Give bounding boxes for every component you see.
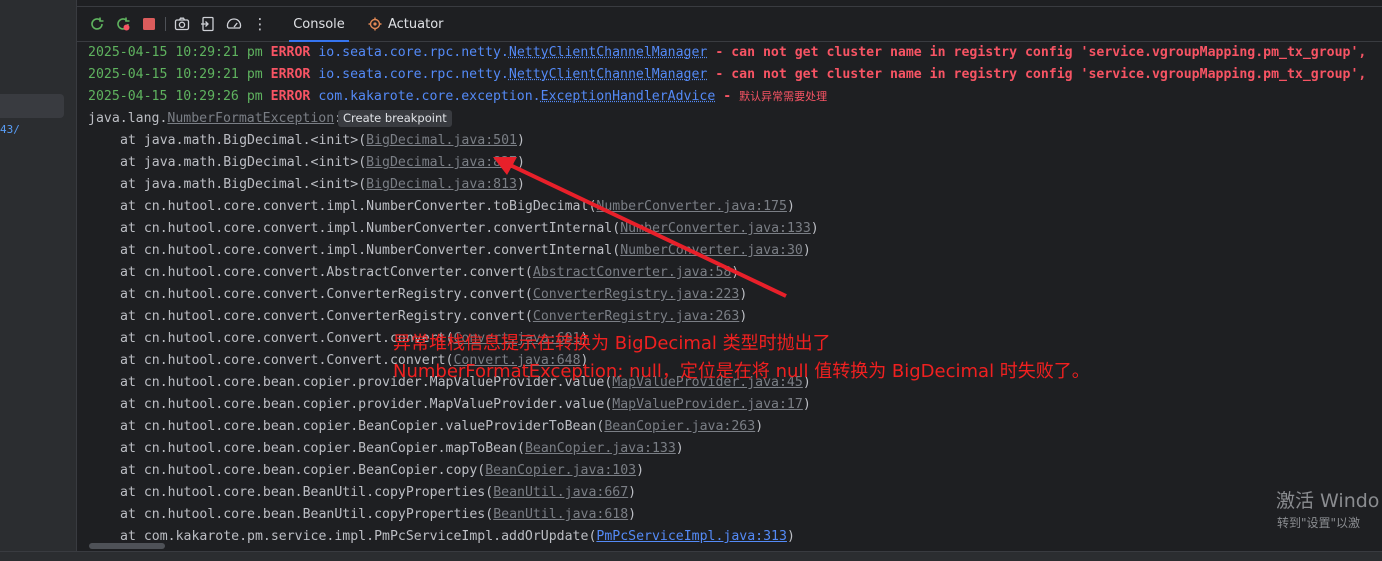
stack-frame: at cn.hutool.core.convert.ConverterRegis… (120, 287, 748, 302)
log-package: com.kakarote.core.exception. (318, 89, 541, 104)
run-toolbar: ⋮ Console Actuator (77, 7, 1382, 42)
stack-frame: at cn.hutool.core.bean.copier.BeanCopier… (120, 419, 764, 434)
stack-frame: at cn.hutool.core.bean.copier.BeanCopier… (120, 463, 645, 478)
log-ampm: pm (246, 89, 263, 104)
stack-frame: at java.math.BigDecimal.<init>(BigDecima… (120, 177, 525, 192)
console-output[interactable]: 2025-04-15 10:29:21 pm ERROR io.seata.co… (88, 42, 1382, 550)
frame-source-link[interactable]: BeanCopier.java:103 (485, 463, 636, 478)
frame-method: at cn.hutool.core.convert.impl.NumberCon… (120, 199, 589, 214)
frame-method: at cn.hutool.core.bean.copier.BeanCopier… (120, 419, 597, 434)
stack-frame: at cn.hutool.core.bean.copier.BeanCopier… (120, 441, 684, 456)
frame-source-link[interactable]: BeanUtil.java:618 (493, 507, 628, 522)
log-timestamp: 2025-04-15 10:29:21 (88, 45, 239, 60)
log-line: 2025-04-15 10:29:21 pm ERROR io.seata.co… (88, 42, 1382, 64)
frame-source-link[interactable]: BeanUtil.java:667 (493, 485, 628, 500)
sidebar-link[interactable]: 43/ (0, 123, 20, 136)
frame-source-link[interactable]: NumberConverter.java:133 (620, 221, 811, 236)
frame-method: at cn.hutool.core.bean.copier.provider.M… (120, 397, 605, 412)
selected-tree-item[interactable] (0, 94, 64, 118)
exception-package: java.lang. (88, 111, 168, 126)
log-ampm: pm (246, 45, 263, 60)
frame-source-link[interactable]: MapValueProvider.java:17 (612, 397, 803, 412)
activation-watermark-subtitle: 转到"设置"以激 (1277, 516, 1361, 530)
annotation-text-line1: 异常堆栈信息提示在转换为 BigDecimal 类型时抛出了 (393, 333, 831, 354)
frame-method: at cn.hutool.core.bean.copier.BeanCopier… (120, 463, 478, 478)
horizontal-scrollbar[interactable] (89, 543, 165, 549)
stack-frame: at java.math.BigDecimal.<init>(BigDecima… (120, 133, 525, 148)
log-class-link[interactable]: NettyClientChannelManager (509, 67, 708, 82)
log-ampm: pm (246, 67, 263, 82)
log-line: 2025-04-15 10:29:26 pm ERROR com.kakarot… (88, 86, 1382, 108)
log-class-link[interactable]: ExceptionHandlerAdvice (541, 89, 716, 104)
stop-icon[interactable] (140, 15, 158, 33)
log-package: io.seata.core.rpc.netty. (318, 45, 509, 60)
frame-method: at cn.hutool.core.convert.ConverterRegis… (120, 287, 525, 302)
frame-source-link[interactable]: BigDecimal.java:827 (366, 155, 517, 170)
tab-console-label: Console (293, 16, 345, 32)
tab-actuator-label: Actuator (388, 16, 444, 32)
frame-source-link[interactable]: AbstractConverter.java:58 (533, 265, 732, 280)
frame-method: at cn.hutool.core.convert.AbstractConver… (120, 265, 525, 280)
stack-frame: at cn.hutool.core.bean.copier.provider.M… (120, 397, 811, 412)
stack-frame: at cn.hutool.core.bean.BeanUtil.copyProp… (120, 485, 637, 500)
rerun-failed-icon[interactable] (114, 15, 132, 33)
exception-line: java.lang.NumberFormatException: null (88, 108, 1382, 130)
frame-method: at cn.hutool.core.bean.BeanUtil.copyProp… (120, 485, 486, 500)
rerun-icon[interactable] (88, 15, 106, 33)
toolbar-separator (165, 17, 166, 31)
frame-source-link[interactable]: NumberConverter.java:30 (620, 243, 803, 258)
tab-console[interactable]: Console (289, 7, 349, 42)
frame-method: at cn.hutool.core.bean.copier.BeanCopier… (120, 441, 517, 456)
frame-source-link[interactable]: BigDecimal.java:813 (366, 177, 517, 192)
frame-source-link[interactable]: PmPcServiceImpl.java:313 (596, 529, 787, 544)
log-level: ERROR (270, 45, 311, 60)
log-line: 2025-04-15 10:29:21 pm ERROR io.seata.co… (88, 64, 1382, 86)
log-class-link[interactable]: NettyClientChannelManager (509, 45, 708, 60)
log-package: io.seata.core.rpc.netty. (318, 67, 509, 82)
stack-frame: at cn.hutool.core.convert.impl.NumberCon… (120, 221, 819, 236)
stack-frame: at cn.hutool.core.convert.impl.NumberCon… (120, 243, 811, 258)
tab-actuator[interactable]: Actuator (368, 7, 448, 41)
frame-source-link[interactable]: ConverterRegistry.java:223 (533, 287, 739, 302)
frame-method: at java.math.BigDecimal.<init> (120, 133, 359, 148)
stack-frame: at java.math.BigDecimal.<init>(BigDecima… (120, 155, 525, 170)
left-tool-panel: 43/ (0, 0, 76, 560)
log-timestamp: 2025-04-15 10:29:21 (88, 67, 239, 82)
camera-icon[interactable] (173, 15, 191, 33)
frame-source-link[interactable]: BeanCopier.java:263 (604, 419, 755, 434)
log-message: - (715, 89, 740, 104)
frame-method: at java.math.BigDecimal.<init> (120, 155, 359, 170)
frame-method: at com.kakarote.pm.service.impl.PmPcServ… (120, 529, 589, 544)
frame-method: at java.math.BigDecimal.<init> (120, 177, 359, 192)
frame-source-link[interactable]: NumberConverter.java:175 (596, 199, 787, 214)
frame-method: at cn.hutool.core.convert.ConverterRegis… (120, 309, 525, 324)
log-level: ERROR (270, 89, 311, 104)
annotation-text-line2: NumberFormatException: null，定位是在将 null 值… (393, 361, 1090, 382)
panel-divider (76, 0, 77, 560)
create-breakpoint-tooltip: Create breakpoint (338, 110, 452, 127)
gauge-icon[interactable] (225, 15, 243, 33)
actuator-icon (368, 17, 382, 31)
stack-frame: at cn.hutool.core.convert.ConverterRegis… (120, 309, 748, 324)
stack-frame: at com.kakarote.pm.service.impl.PmPcServ… (120, 529, 795, 544)
frame-method: at cn.hutool.core.convert.impl.NumberCon… (120, 243, 613, 258)
frame-source-link[interactable]: BeanCopier.java:133 (525, 441, 676, 456)
more-icon[interactable]: ⋮ (251, 15, 269, 33)
log-message: - can not get cluster name in registry c… (707, 67, 1375, 82)
frame-method: at cn.hutool.core.bean.BeanUtil.copyProp… (120, 507, 486, 522)
frame-source-link[interactable]: ConverterRegistry.java:263 (533, 309, 739, 324)
stack-frame: at cn.hutool.core.convert.AbstractConver… (120, 265, 740, 280)
activation-watermark-title: 激活 Windo (1276, 490, 1380, 512)
log-message: - can not get cluster name in registry c… (707, 45, 1375, 60)
frame-method: at cn.hutool.core.convert.impl.NumberCon… (120, 221, 613, 236)
exit-icon[interactable] (199, 15, 217, 33)
log-message-cn: 默认异常需要处理 (739, 90, 828, 103)
log-level: ERROR (270, 67, 311, 82)
stack-frame: at cn.hutool.core.convert.impl.NumberCon… (120, 199, 795, 214)
log-timestamp: 2025-04-15 10:29:26 (88, 89, 239, 104)
frame-source-link[interactable]: BigDecimal.java:501 (366, 133, 517, 148)
stack-frame: at cn.hutool.core.bean.BeanUtil.copyProp… (120, 507, 637, 522)
exception-class-link[interactable]: NumberFormatException (167, 111, 334, 126)
